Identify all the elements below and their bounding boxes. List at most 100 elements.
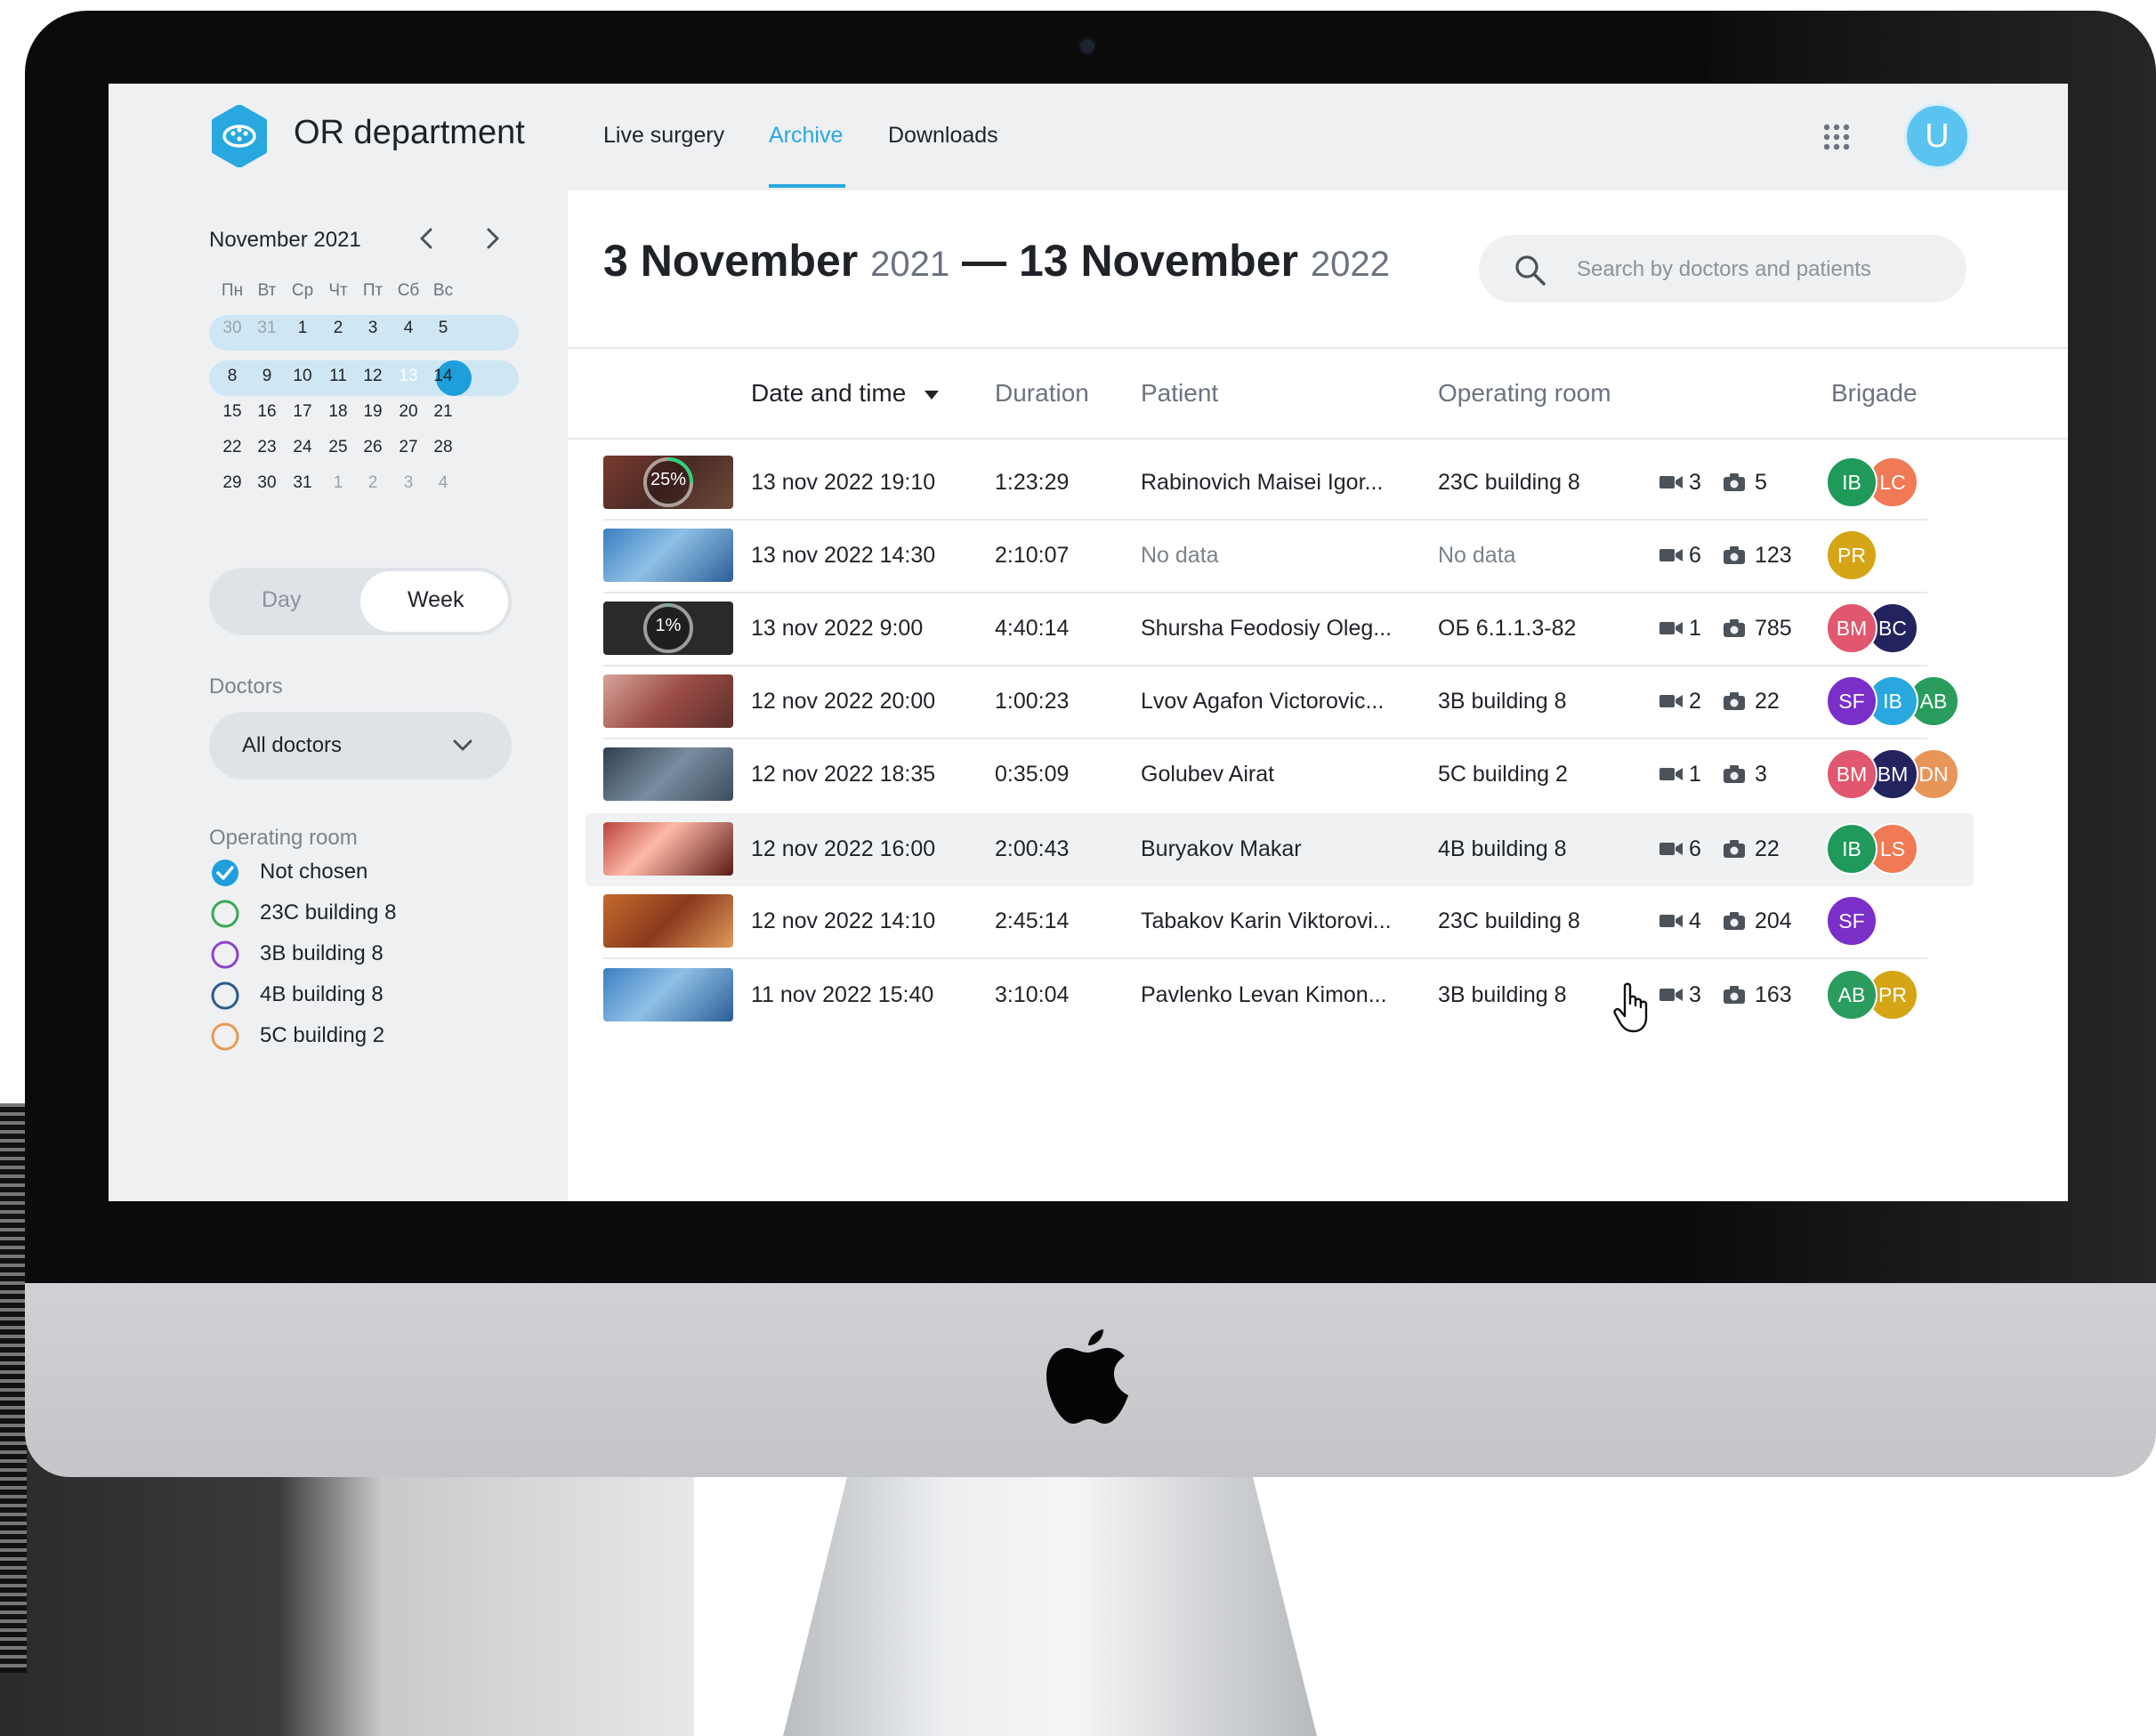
row-operating-room: 23C building 8 (1438, 908, 1580, 933)
room-option-label[interactable]: 23C building 8 (260, 900, 396, 925)
range-end-year: 2022 (1310, 245, 1390, 284)
calendar-month: November 2021 (209, 228, 361, 252)
range-dash: — (962, 236, 1007, 286)
photo-camera-icon (1724, 619, 1745, 637)
server-grille (0, 1103, 27, 1673)
room-option-label[interactable]: Not chosen (260, 860, 367, 884)
video-thumbnail[interactable] (603, 747, 733, 801)
room-option-label[interactable]: 3B building 8 (260, 941, 384, 966)
room-option-label[interactable]: 4B building 8 (260, 982, 384, 1007)
camera-icon (1080, 39, 1094, 53)
row-date-time: 13 nov 2022 9:00 (751, 616, 924, 641)
radio-checked-icon[interactable] (210, 858, 240, 888)
video-camera-icon (1659, 989, 1683, 1001)
sort-desc-icon[interactable] (924, 390, 940, 400)
video-camera-icon (1659, 695, 1683, 707)
row-patient: Golubev Airat (1141, 762, 1275, 787)
user-avatar[interactable]: U (1904, 103, 1970, 169)
row-patient: No data (1141, 543, 1219, 568)
active-tab-indicator (769, 184, 845, 188)
row-patient: Tabakov Karin Viktorovi... (1141, 908, 1392, 933)
col-brigade[interactable]: Brigade (1831, 379, 1918, 408)
row-date-time: 13 nov 2022 19:10 (751, 470, 936, 495)
brigade-member-avatar[interactable]: BM (1826, 748, 1877, 800)
col-date-time[interactable]: Date and time (751, 379, 906, 408)
photo-camera-icon (1724, 840, 1745, 858)
video-thumbnail[interactable] (603, 968, 733, 1021)
photo-camera-icon (1724, 473, 1745, 491)
row-video-count: 4 (1689, 908, 1701, 933)
row-patient: Buryakov Makar (1141, 836, 1302, 861)
search-input[interactable] (1575, 244, 1952, 295)
row-operating-room: 3B building 8 (1438, 689, 1567, 714)
video-camera-icon (1659, 622, 1683, 634)
range-end: 13 November (1018, 236, 1298, 286)
calendar-day[interactable]: 14 (421, 367, 465, 386)
col-duration[interactable]: Duration (995, 379, 1089, 408)
row-operating-room: 23C building 8 (1438, 470, 1580, 495)
brigade-member-avatar[interactable]: IB (1826, 823, 1877, 875)
video-thumbnail[interactable] (603, 894, 733, 948)
date-range-title: 3 November 2021 — 13 November 2022 (603, 235, 1390, 287)
calendar-day[interactable]: 28 (421, 438, 465, 457)
row-operating-room: No data (1438, 543, 1516, 568)
video-camera-icon (1659, 843, 1683, 855)
col-patient[interactable]: Patient (1141, 379, 1218, 408)
row-duration: 1:00:23 (995, 689, 1070, 714)
calendar-day[interactable]: 4 (421, 473, 465, 493)
apps-grid-icon[interactable] (1822, 123, 1851, 151)
photo-camera-icon (1724, 986, 1745, 1004)
calendar-day[interactable]: 21 (421, 402, 465, 422)
tab-live-surgery[interactable]: Live surgery (603, 123, 724, 149)
row-video-count: 3 (1689, 470, 1701, 495)
video-thumbnail[interactable] (603, 529, 733, 582)
toggle-week[interactable]: Week (408, 587, 464, 613)
photo-camera-icon (1724, 692, 1745, 710)
range-start: 3 November (603, 236, 859, 286)
tab-archive[interactable]: Archive (769, 123, 843, 149)
row-date-time: 12 nov 2022 18:35 (751, 762, 936, 787)
row-photo-count: 163 (1755, 982, 1792, 1007)
divider (568, 347, 2068, 349)
row-photo-count: 5 (1755, 470, 1767, 495)
brigade-member-avatar[interactable]: BM (1826, 602, 1877, 654)
col-operating-room[interactable]: Operating room (1438, 379, 1611, 408)
processing-progress-text: 1% (655, 616, 682, 635)
row-video-count: 6 (1689, 543, 1701, 568)
video-thumbnail[interactable]: 25% (603, 456, 733, 509)
row-operating-room: ОБ 6.1.1.3-82 (1438, 616, 1577, 641)
radio-unchecked-icon[interactable] (210, 940, 240, 970)
toggle-day[interactable]: Day (262, 587, 301, 613)
room-option-label[interactable]: 5C building 2 (260, 1023, 384, 1048)
monitor-stand (783, 1477, 1317, 1736)
video-thumbnail[interactable] (603, 822, 733, 876)
row-operating-room: 5C building 2 (1438, 762, 1568, 787)
row-video-count: 3 (1689, 982, 1701, 1007)
photo-camera-icon (1724, 546, 1745, 564)
video-thumbnail[interactable]: 1% (603, 602, 733, 655)
row-duration: 3:10:04 (995, 982, 1070, 1007)
row-duration: 2:00:43 (995, 836, 1070, 861)
doctors-select-value: All doctors (242, 733, 343, 757)
chevron-left-icon[interactable] (415, 224, 440, 253)
app-logo-icon[interactable] (208, 105, 271, 167)
tab-downloads[interactable]: Downloads (888, 123, 998, 149)
brigade-member-avatar[interactable]: SF (1826, 895, 1877, 947)
row-photo-count: 22 (1755, 836, 1780, 861)
row-video-count: 1 (1689, 762, 1701, 787)
radio-unchecked-icon[interactable] (210, 899, 240, 929)
row-patient: Lvov Agafon Victorovic... (1141, 689, 1385, 714)
radio-unchecked-icon[interactable] (210, 1021, 240, 1052)
apple-logo-icon (1046, 1329, 1128, 1424)
brigade-member-avatar[interactable]: AB (1826, 969, 1877, 1021)
row-duration: 1:23:29 (995, 470, 1070, 495)
brigade-member-avatar[interactable]: IB (1826, 456, 1877, 508)
brigade-member-avatar[interactable]: PR (1826, 529, 1877, 581)
photo-camera-icon (1724, 912, 1745, 930)
radio-unchecked-icon[interactable] (210, 981, 240, 1011)
brigade-member-avatar[interactable]: SF (1826, 675, 1877, 727)
calendar-day[interactable]: 5 (421, 319, 465, 338)
video-thumbnail[interactable] (603, 674, 733, 728)
chevron-right-icon[interactable] (480, 224, 505, 253)
search-icon (1515, 255, 1546, 286)
